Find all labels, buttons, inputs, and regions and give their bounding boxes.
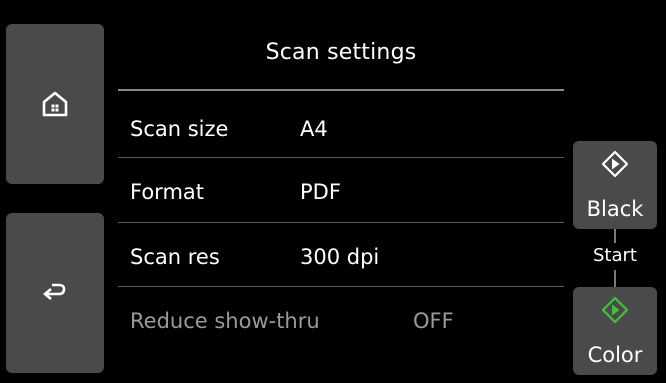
back-arrow-icon	[43, 283, 66, 300]
row-divider	[118, 222, 564, 223]
row-divider	[118, 157, 564, 158]
black-label: Black	[586, 197, 644, 221]
setting-label: Scan res	[130, 245, 220, 269]
page-title: Scan settings	[265, 40, 417, 65]
row-divider	[118, 286, 564, 287]
start-connector-bottom	[614, 270, 616, 287]
diamond-start-icon	[602, 151, 628, 177]
start-label: Start	[593, 245, 637, 266]
setting-row-scan-res[interactable]: Scan res 300 dpi	[118, 226, 564, 288]
color-label: Color	[587, 343, 643, 367]
diamond-start-icon	[602, 297, 628, 323]
start-connector-top	[614, 229, 616, 243]
home-icon	[42, 91, 68, 117]
setting-label: Format	[130, 180, 205, 204]
setting-row-reduce-show-thru[interactable]: Reduce show-thru OFF	[118, 290, 564, 352]
title-divider	[118, 89, 564, 91]
setting-value: A4	[300, 117, 328, 141]
home-button[interactable]	[6, 24, 104, 184]
setting-label: Scan size	[130, 117, 229, 141]
setting-value: PDF	[300, 180, 341, 204]
setting-value: 300 dpi	[300, 245, 380, 269]
black-start-button[interactable]: Black	[573, 141, 657, 229]
color-start-button[interactable]: Color	[573, 287, 657, 375]
setting-row-format[interactable]: Format PDF	[118, 161, 564, 223]
setting-row-scan-size[interactable]: Scan size A4	[118, 98, 564, 160]
setting-label: Reduce show-thru	[130, 309, 320, 333]
back-button[interactable]	[6, 213, 104, 373]
setting-value: OFF	[413, 309, 454, 333]
printer-panel-screen: Scan settings Scan size A4 Format PDF Sc…	[0, 0, 666, 383]
